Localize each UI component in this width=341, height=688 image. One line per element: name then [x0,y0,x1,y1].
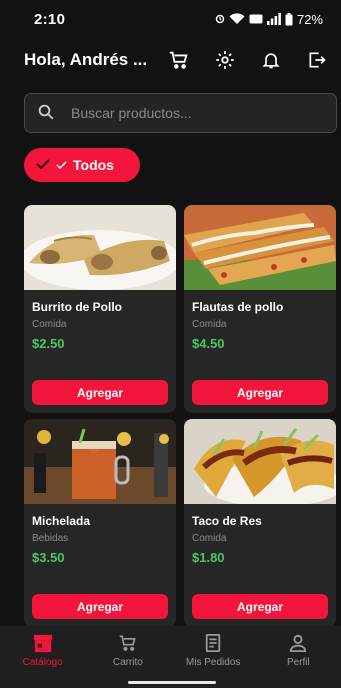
product-image-flautas [184,205,336,290]
product-name: Taco de Res [192,514,262,528]
add-to-cart-button[interactable]: Agregar [192,594,328,619]
product-price: $1.80 [192,550,225,565]
product-category: Comida [192,533,227,544]
product-category: Comida [192,319,227,330]
product-image-burrito [24,205,176,290]
search-input[interactable] [71,105,324,121]
nav-item-mis-pedidos[interactable]: Mis Pedidos [171,626,256,688]
product-category: Comida [32,319,67,330]
bell-icon[interactable] [259,48,283,72]
gear-icon[interactable] [213,48,237,72]
product-card[interactable]: Taco de Res Comida $1.80 Agregar [184,419,336,626]
product-card[interactable]: Michelada Bebidas $3.50 Agregar [24,419,176,626]
product-name: Michelada [32,514,91,528]
product-name: Flautas de pollo [192,300,284,314]
receipt-icon [202,633,224,653]
logout-icon[interactable] [305,48,329,72]
nav-item-carrito[interactable]: Carrito [85,626,170,688]
status-time: 2:10 [34,10,66,28]
product-price: $4.50 [192,336,225,351]
greeting-title: Hola, Andrés ... [24,50,148,69]
person-icon [287,633,309,653]
product-image-michelada [24,419,176,504]
volte-icon [249,14,263,24]
store-icon [32,633,54,653]
product-price: $2.50 [32,336,65,351]
bottom-navigation: Catálogo Carrito Mis Pedidos Perfil [0,626,341,688]
nav-label: Carrito [112,657,143,668]
filter-chip-todos[interactable]: Todos [24,148,140,182]
cart-icon[interactable] [167,48,191,72]
nav-label: Mis Pedidos [185,657,241,668]
app-bar: Hola, Andrés ... [0,38,341,82]
check-small-icon [56,157,67,173]
battery-icon [285,12,293,26]
home-indicator[interactable] [128,681,216,684]
alarm-icon [215,14,225,24]
nav-item-catalogo[interactable]: Catálogo [0,626,85,688]
product-image-taco [184,419,336,504]
filter-chip-label: Todos [73,157,114,173]
product-name: Burrito de Pollo [32,300,122,314]
header-actions [167,48,329,72]
product-price: $3.50 [32,550,65,565]
status-bar: 2:10 72% [0,0,341,38]
nav-item-perfil[interactable]: Perfil [256,626,341,688]
add-to-cart-button[interactable]: Agregar [32,380,168,405]
check-icon [36,157,50,173]
product-grid: Burrito de Pollo Comida $2.50 Agregar Fl… [0,202,341,626]
battery-level: 72% [296,11,323,27]
nav-label: Catálogo [22,657,63,668]
add-to-cart-button[interactable]: Agregar [192,380,328,405]
search-icon [37,103,55,123]
add-to-cart-button[interactable]: Agregar [32,594,168,619]
product-category: Bebidas [32,533,69,544]
nav-label: Perfil [286,657,310,668]
product-card[interactable]: Burrito de Pollo Comida $2.50 Agregar [24,205,176,413]
signal-icon [266,13,281,25]
cart-icon [117,633,139,653]
wifi-icon [229,13,245,25]
status-icons: 72% [215,12,323,27]
product-card[interactable]: Flautas de pollo Comida $4.50 Agregar [184,205,336,413]
search-bar[interactable] [24,93,337,133]
